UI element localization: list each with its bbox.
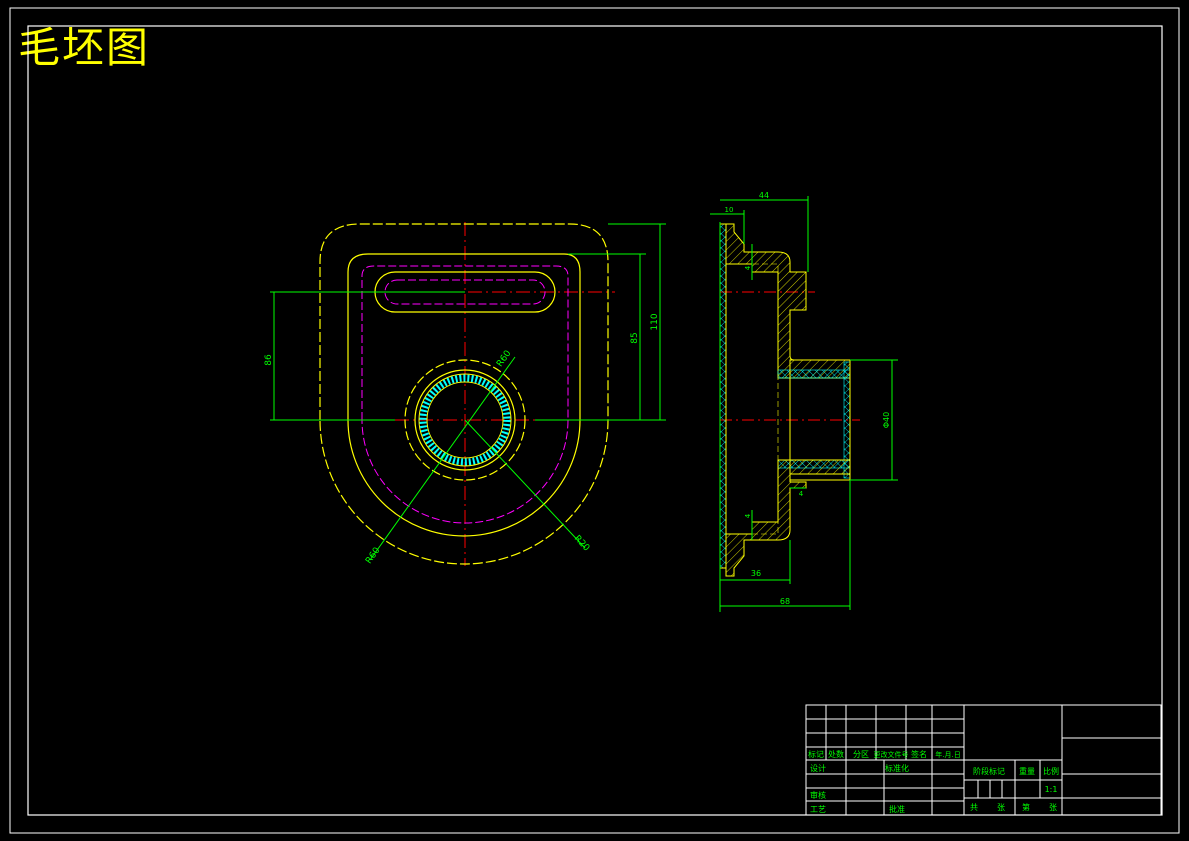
tb-approve: 批准 <box>889 804 905 814</box>
tb-standardize: 标准化 <box>885 763 909 773</box>
dim-top-width: 44 <box>759 191 769 200</box>
title-block <box>805 704 1162 816</box>
tb-weight: 重量 <box>1019 766 1035 776</box>
tb-zone: 分区 <box>853 750 869 759</box>
tb-scale-label: 比例 <box>1043 766 1059 776</box>
tb-stage-mark: 阶段标记 <box>973 766 1005 776</box>
tb-sheets-word2: 张 <box>1049 803 1057 812</box>
dim-small-mid: 4 <box>744 513 752 518</box>
tb-design: 设计 <box>810 763 826 773</box>
dim-total-width: 68 <box>780 597 790 606</box>
dim-small-left: 4 <box>744 265 752 270</box>
dim-outer-height: 110 <box>650 313 660 330</box>
tb-process: 工艺 <box>810 805 826 814</box>
tb-sheet-no: 第 <box>1022 802 1030 812</box>
dim-left-height: 86 <box>264 354 274 366</box>
tb-sign: 签名 <box>911 749 927 759</box>
dim-small-right: 4 <box>799 490 804 498</box>
dim-hole-diameter: R60 <box>495 349 514 369</box>
outer-blank-outline <box>319 223 609 565</box>
dim-flange-small: 10 <box>725 206 734 214</box>
tb-mark: 标记 <box>808 749 824 759</box>
dim-boss-diameter: Φ40 <box>882 412 891 428</box>
tb-count: 处数 <box>828 749 844 759</box>
part-outline <box>347 253 581 537</box>
dim-inner-height: 85 <box>630 332 640 343</box>
dim-diag-lower-right: R20 <box>572 534 592 554</box>
dim-left-width: 36 <box>751 569 761 578</box>
tb-sheets-word1: 张 <box>997 803 1005 812</box>
side-view: 44 10 Φ40 36 68 4 4 4 <box>710 191 898 612</box>
tb-sheets-total: 共 <box>970 803 978 812</box>
cad-drawing: 86 85 110 R60 R60 R20 44 10 Φ40 36 68 4 … <box>9 7 1180 834</box>
tb-date: 年.月.日 <box>935 750 960 759</box>
tb-scale-value: 1:1 <box>1045 785 1058 794</box>
dim-diag-lower-left: R60 <box>364 546 383 566</box>
tb-review: 审核 <box>810 790 826 800</box>
tb-change-doc: 更改文件号 <box>874 750 909 759</box>
front-view: 86 85 110 R60 R60 R20 <box>264 222 666 566</box>
section-upper <box>725 223 851 379</box>
